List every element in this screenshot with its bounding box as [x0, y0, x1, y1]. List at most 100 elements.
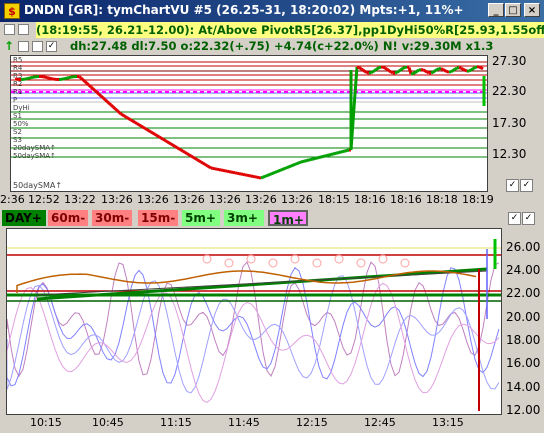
overlay-label: S3 [13, 136, 22, 144]
price-bar [320, 155, 324, 159]
price-bar [204, 163, 208, 167]
marker-circle [246, 254, 256, 264]
marker-circle [202, 254, 212, 264]
price-bar [304, 159, 308, 163]
price-bar [134, 121, 138, 125]
price-bar [328, 153, 332, 157]
marker-circle [400, 258, 410, 268]
price-bar [414, 69, 418, 74]
price-bar [120, 112, 124, 117]
price-bar [312, 157, 316, 161]
y-tick-bottom: 16.00 [506, 356, 541, 370]
price-bar [168, 141, 172, 146]
price-bar [478, 65, 482, 70]
price-bar [340, 150, 344, 154]
price-bar [330, 152, 334, 156]
price-bar [97, 93, 103, 98]
x-tick-top: 13:26 [137, 193, 169, 206]
price-bar [422, 68, 426, 73]
oscillator-line [7, 275, 500, 394]
price-bar [412, 71, 416, 75]
price-bar [306, 158, 310, 162]
x-tick-bottom: 12:15 [296, 416, 328, 429]
price-axis-top: 27.30 22.30 17.30 12.30 ✓ ✓ [488, 54, 544, 192]
overlay-label: 20daySMA↑ [13, 144, 56, 152]
option-checkbox-1[interactable] [18, 41, 29, 52]
price-bar [117, 111, 123, 116]
timeframe-bar: DAY+ 60m- 30m- 15m- 5m+ 3m+ 1m+ ✓ ✓ [0, 208, 544, 228]
timeframe-1m-button[interactable]: 1m+ [268, 210, 308, 227]
option-checkbox-2[interactable] [32, 41, 43, 52]
x-tick-top: 2:36 [0, 193, 25, 206]
panel-toggle-2[interactable]: ✓ [522, 212, 535, 225]
y-tick-bottom: 26.00 [506, 240, 541, 254]
price-chart-top[interactable]: R5 R4 R3 R2 R1 P DyHi S1 50% S2 S3 20daySMA↑ 50daySM… [10, 55, 488, 192]
close-button[interactable]: × [524, 3, 540, 17]
price-bar [266, 173, 270, 177]
price-bar [292, 163, 296, 167]
price-bar [268, 172, 272, 177]
price-bar [300, 160, 304, 164]
price-bar [424, 69, 428, 74]
overlay-label: S2 [13, 128, 22, 136]
price-bar [184, 151, 188, 155]
price-bar [378, 65, 382, 70]
maximize-button[interactable]: □ [505, 3, 521, 17]
option-checkbox-3[interactable]: ✓ [46, 41, 57, 52]
y-tick-bottom: 22.00 [506, 286, 541, 300]
marker-circle [334, 254, 344, 264]
price-bar [154, 133, 158, 137]
chart-toggle-2[interactable]: ✓ [520, 179, 533, 192]
panel-toggle-1[interactable]: ✓ [508, 212, 521, 225]
price-bar [122, 113, 126, 118]
price-chart-bottom[interactable] [6, 228, 502, 415]
price-bar [460, 66, 464, 71]
price-bar [282, 167, 286, 171]
price-bar [468, 68, 472, 73]
price-bar [200, 160, 204, 165]
price-bar [324, 154, 328, 158]
marker-circle [378, 254, 388, 264]
timeframe-5m-button[interactable]: 5m+ [182, 210, 220, 226]
toggle-checkbox-1[interactable] [4, 24, 15, 35]
price-bar [290, 163, 294, 168]
price-bar [376, 66, 380, 71]
oscillator-line [7, 261, 500, 378]
timeframe-3m-button[interactable]: 3m+ [224, 210, 264, 226]
price-bar [310, 157, 314, 161]
x-tick-top: 13:26 [245, 193, 277, 206]
title-bar[interactable]: $ DNDN [GR]: tymChartVU #5 (26.25-31, 18… [0, 0, 544, 22]
price-bar [362, 68, 366, 73]
price-bar [274, 170, 278, 174]
price-bar [452, 67, 456, 72]
price-bar [342, 149, 346, 153]
price-bar [384, 66, 388, 71]
price-bar [128, 117, 132, 122]
chart-toggle-1[interactable]: ✓ [506, 179, 519, 192]
marker-circle [356, 258, 366, 268]
timeframe-day-button[interactable]: DAY+ [2, 210, 46, 226]
overlay-label: DyHi [13, 104, 30, 112]
price-bar [326, 153, 330, 157]
y-tick-bottom: 20.00 [506, 310, 541, 324]
minimize-button[interactable]: _ [488, 3, 504, 17]
price-bar [172, 143, 176, 148]
price-bar [170, 142, 174, 147]
price-bar [160, 136, 164, 141]
timeframe-60m-button[interactable]: 60m- [48, 210, 88, 226]
price-bar [186, 152, 190, 157]
price-bar [394, 70, 398, 75]
price-bar [79, 76, 85, 81]
price-bar [130, 118, 134, 123]
timeframe-30m-button[interactable]: 30m- [92, 210, 132, 226]
price-bar [388, 69, 392, 74]
price-bar [464, 68, 468, 73]
y-tick-top-2: 22.30 [492, 84, 527, 98]
toggle-checkbox-2[interactable] [18, 24, 29, 35]
price-bar [208, 165, 212, 170]
timeframe-15m-button[interactable]: 15m- [138, 210, 178, 226]
price-bar [260, 175, 264, 180]
x-tick-top: 13:22 [64, 193, 96, 206]
x-tick-top: 18:16 [390, 193, 422, 206]
price-bar [81, 78, 87, 83]
